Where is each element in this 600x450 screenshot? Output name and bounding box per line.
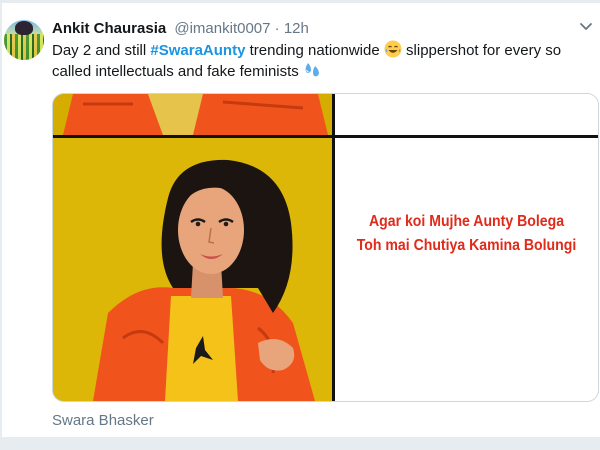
media-caption: Swara Bhasker bbox=[52, 412, 154, 429]
avatar-head-silhouette bbox=[15, 21, 33, 35]
meme-portrait-panel bbox=[53, 138, 332, 401]
tweet-media-image[interactable]: Agar koi Mujhe Aunty Bolega Toh mai Chut… bbox=[52, 93, 599, 402]
tweet-text-part1: Day 2 and still bbox=[52, 42, 151, 59]
sweat-droplets-icon bbox=[305, 63, 319, 77]
meme-caption-text: Agar koi Mujhe Aunty Bolega Toh mai Chut… bbox=[351, 210, 582, 258]
tweet-text-part2: trending nationwide bbox=[245, 42, 384, 59]
tweet-header: Ankit Chaurasia @imankit0007 · 12h bbox=[52, 19, 309, 39]
chevron-down-icon[interactable] bbox=[578, 18, 594, 34]
hashtag-link[interactable]: #SwaraAunty bbox=[150, 42, 245, 59]
tweet-text: Day 2 and still #SwaraAunty trending nat… bbox=[52, 40, 597, 82]
top-panel-figure bbox=[53, 94, 332, 135]
window-bottom-border bbox=[0, 437, 600, 450]
meme-top-right-panel bbox=[335, 94, 598, 135]
meme-line-2: Toh mai Chutiya Kamina Bolungi bbox=[356, 237, 577, 254]
author-handle[interactable]: @imankit0007 bbox=[174, 20, 270, 37]
avatar-pattern bbox=[4, 34, 44, 60]
meme-top-left-panel bbox=[53, 94, 332, 135]
woman-portrait-illustration bbox=[53, 138, 332, 401]
window-left-border bbox=[0, 0, 2, 450]
meme-line-1: Agar koi Mujhe Aunty Bolega bbox=[368, 213, 565, 230]
joy-emoji-icon bbox=[384, 40, 402, 58]
window-top-border bbox=[0, 0, 600, 3]
tweet-timestamp[interactable]: 12h bbox=[284, 20, 309, 37]
author-name[interactable]: Ankit Chaurasia bbox=[52, 20, 166, 37]
user-avatar[interactable] bbox=[4, 20, 44, 60]
meme-text-panel: Agar koi Mujhe Aunty Bolega Toh mai Chut… bbox=[335, 138, 598, 401]
separator-dot: · bbox=[274, 20, 280, 37]
